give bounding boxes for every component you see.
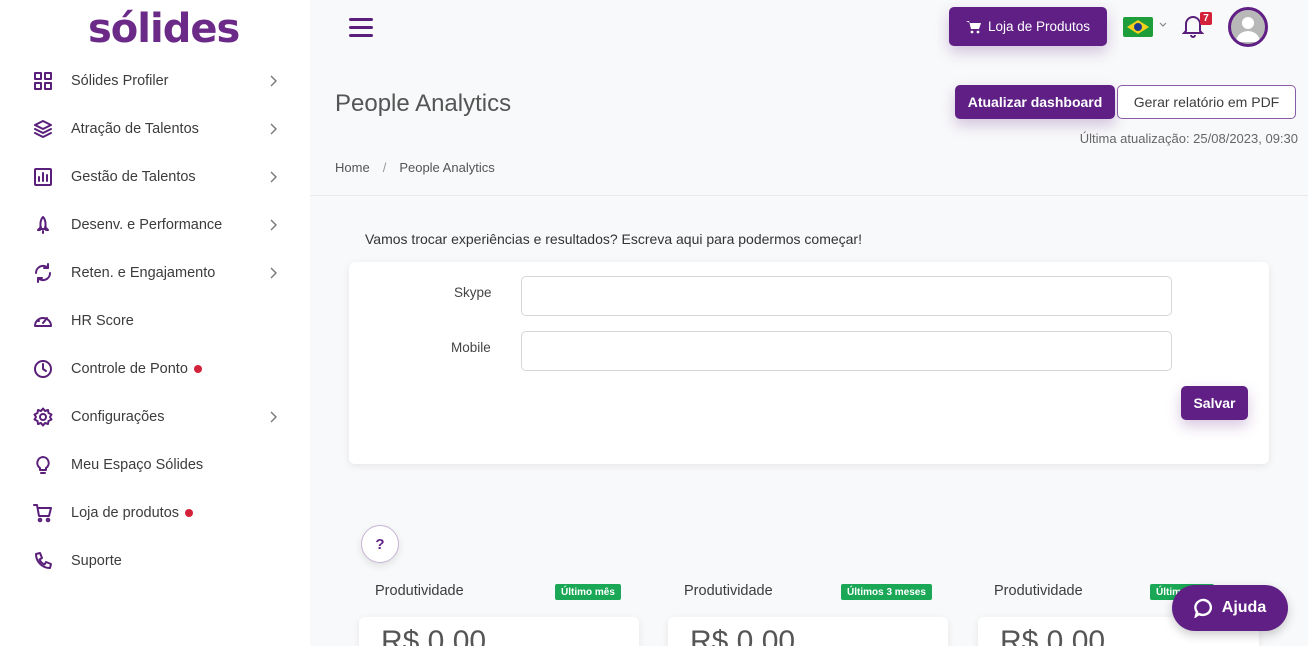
- skype-label: Skype: [454, 285, 492, 300]
- hamburger-line: [349, 34, 373, 37]
- sidebar-item-configuracoes[interactable]: Configurações: [0, 393, 310, 441]
- last-update-text: Última atualização: 25/08/2023, 09:30: [1079, 131, 1298, 146]
- kpi-period-badge: Último mês: [555, 584, 621, 600]
- sidebar-item-loja-produtos[interactable]: Loja de produtos: [0, 489, 310, 537]
- sidebar-item-label: Loja de produtos: [71, 505, 194, 521]
- clock-icon: [32, 358, 54, 380]
- sidebar-item-controle-ponto[interactable]: Controle de Ponto: [0, 345, 310, 393]
- hamburger-line: [349, 18, 373, 21]
- notification-dot: [185, 509, 194, 518]
- refresh-icon: [32, 262, 54, 284]
- store-button-label: Loja de Produtos: [987, 19, 1091, 34]
- gear-icon: [32, 406, 54, 428]
- menu-toggle-button[interactable]: [349, 18, 373, 38]
- kpi-title: Produtividade: [994, 583, 1083, 599]
- sidebar: sólides Sólides Profiler Atração de Tale…: [0, 0, 310, 646]
- kpi-card: R$ 0,00: [668, 617, 948, 646]
- page-title: People Analytics: [335, 90, 512, 117]
- help-button-label: Ajuda: [1221, 599, 1267, 616]
- sidebar-item-solides-profiler[interactable]: Sólides Profiler: [0, 57, 310, 105]
- chevron-down-icon[interactable]: [1159, 22, 1167, 28]
- update-dashboard-button[interactable]: Atualizar dashboard: [955, 85, 1115, 119]
- kpi-title: Produtividade: [375, 583, 464, 599]
- sidebar-item-label: Meu Espaço Sólides: [71, 457, 204, 473]
- sidebar-item-label: Sólides Profiler: [71, 73, 169, 89]
- sidebar-item-label: Desenv. e Performance: [71, 217, 223, 233]
- notification-dot: [193, 365, 202, 374]
- contact-card: Skype Mobile Salvar: [349, 262, 1269, 464]
- kpi-value: R$ 0,00: [690, 625, 796, 646]
- kpi-value: R$ 0,00: [1000, 625, 1106, 646]
- grid-icon: [32, 70, 54, 92]
- mobile-label: Mobile: [451, 340, 491, 355]
- chevron-right-icon: [270, 74, 278, 88]
- user-silhouette-icon: [1236, 17, 1260, 42]
- help-chat-button[interactable]: Ajuda: [1172, 585, 1288, 631]
- sidebar-item-label: Atração de Talentos: [71, 121, 199, 137]
- sidebar-item-meu-espaco[interactable]: Meu Espaço Sólides: [0, 441, 310, 489]
- notification-count-badge: 7: [1200, 12, 1212, 25]
- flag-diamond: [1127, 20, 1149, 34]
- sidebar-item-label: Gestão de Talentos: [71, 169, 196, 185]
- cart-icon: [32, 502, 54, 524]
- chevron-right-icon: [270, 170, 278, 184]
- rocket-icon: [32, 214, 54, 236]
- hamburger-line: [349, 26, 373, 29]
- sidebar-item-suporte[interactable]: Suporte: [0, 537, 310, 585]
- cart-icon: [965, 20, 981, 33]
- help-question-button[interactable]: ?: [361, 525, 399, 563]
- breadcrumb-current: People Analytics: [399, 160, 495, 175]
- skype-input[interactable]: [521, 276, 1172, 316]
- sidebar-item-hr-score[interactable]: HR Score: [0, 297, 310, 345]
- breadcrumb-separator: /: [382, 160, 387, 175]
- kpi-value: R$ 0,00: [381, 625, 487, 646]
- sidebar-nav: Sólides Profiler Atração de Talentos Ges…: [0, 57, 310, 585]
- sidebar-item-reten-engajamento[interactable]: Reten. e Engajamento: [0, 249, 310, 297]
- sidebar-item-label: Reten. e Engajamento: [71, 265, 216, 281]
- sidebar-item-atracao-talentos[interactable]: Atração de Talentos: [0, 105, 310, 153]
- chevron-right-icon: [270, 410, 278, 424]
- header-divider: [310, 195, 1308, 196]
- user-avatar[interactable]: [1228, 7, 1268, 47]
- sidebar-item-label: Controle de Ponto: [71, 361, 202, 377]
- bar-chart-icon: [32, 166, 54, 188]
- chevron-right-icon: [270, 266, 278, 280]
- kpi-period-badge: Últimos 3 meses: [841, 584, 932, 600]
- sidebar-item-gestao-talentos[interactable]: Gestão de Talentos: [0, 153, 310, 201]
- solides-logo[interactable]: sólides: [88, 6, 240, 52]
- kpi-card: R$ 0,00: [359, 617, 639, 646]
- kpi-title: Produtividade: [684, 583, 773, 599]
- sidebar-item-label: HR Score: [71, 313, 134, 329]
- breadcrumb-home[interactable]: Home: [335, 160, 370, 175]
- chat-bubble-icon: [1193, 598, 1212, 618]
- lightbulb-icon: [32, 454, 54, 476]
- store-button[interactable]: Loja de Produtos: [949, 7, 1107, 46]
- phone-icon: [32, 550, 54, 572]
- mobile-input[interactable]: [521, 331, 1172, 371]
- brazil-flag-icon[interactable]: [1123, 17, 1153, 37]
- save-button[interactable]: Salvar: [1181, 386, 1248, 420]
- gauge-icon: [32, 310, 54, 332]
- chevron-right-icon: [270, 218, 278, 232]
- generate-pdf-button[interactable]: Gerar relatório em PDF: [1117, 85, 1296, 119]
- sidebar-item-label: Suporte: [71, 553, 122, 569]
- layers-icon: [32, 118, 54, 140]
- chevron-right-icon: [270, 122, 278, 136]
- breadcrumb: Home / People Analytics: [335, 160, 495, 175]
- sidebar-item-label: Configurações: [71, 409, 165, 425]
- sidebar-item-desenv-performance[interactable]: Desenv. e Performance: [0, 201, 310, 249]
- contact-prompt: Vamos trocar experiências e resultados? …: [365, 231, 862, 247]
